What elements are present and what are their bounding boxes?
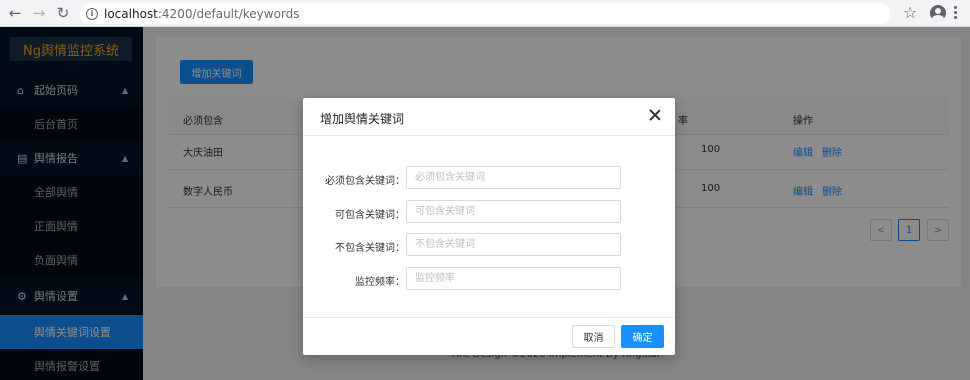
- add-keyword-modal: 增加舆情关键词 必须包含关键词： 可包含关键词： 不包含关键词： 监控频率： 取…: [303, 98, 675, 355]
- optional-keyword-input[interactable]: [406, 200, 621, 223]
- modal-footer-divider: [303, 317, 675, 318]
- back-icon[interactable]: ←: [4, 2, 26, 24]
- info-icon[interactable]: i: [86, 7, 98, 20]
- reload-icon[interactable]: ↻: [52, 2, 74, 24]
- forward-icon[interactable]: →: [28, 2, 50, 24]
- address-bar[interactable]: i localhost:4200/default/keywords: [80, 3, 890, 24]
- monitor-frequency-label: 监控频率：: [355, 277, 405, 288]
- modal-mask-sidebar: [0, 27, 143, 380]
- modal-header: 增加舆情关键词: [303, 98, 675, 136]
- browser-menu-icon[interactable]: [954, 6, 958, 19]
- must-keyword-label: 必须包含关键词：: [325, 176, 405, 187]
- account-icon[interactable]: [930, 5, 946, 21]
- exclude-keyword-label: 不包含关键词：: [335, 243, 405, 254]
- modal-title: 增加舆情关键词: [320, 112, 405, 126]
- url-path: :4200/default/keywords: [157, 6, 300, 21]
- browser-toolbar: ← → ↻ i localhost:4200/default/keywords …: [0, 0, 970, 27]
- cancel-button[interactable]: 取消: [572, 325, 615, 348]
- exclude-keyword-input[interactable]: [406, 233, 621, 256]
- ok-button[interactable]: 确定: [621, 325, 664, 348]
- close-icon[interactable]: [648, 108, 662, 122]
- bookmark-star-icon[interactable]: ☆: [903, 3, 917, 22]
- optional-keyword-label: 可包含关键词：: [335, 210, 405, 221]
- monitor-frequency-input[interactable]: [406, 267, 621, 290]
- url-host: localhost: [104, 6, 158, 21]
- must-keyword-input[interactable]: [406, 166, 621, 189]
